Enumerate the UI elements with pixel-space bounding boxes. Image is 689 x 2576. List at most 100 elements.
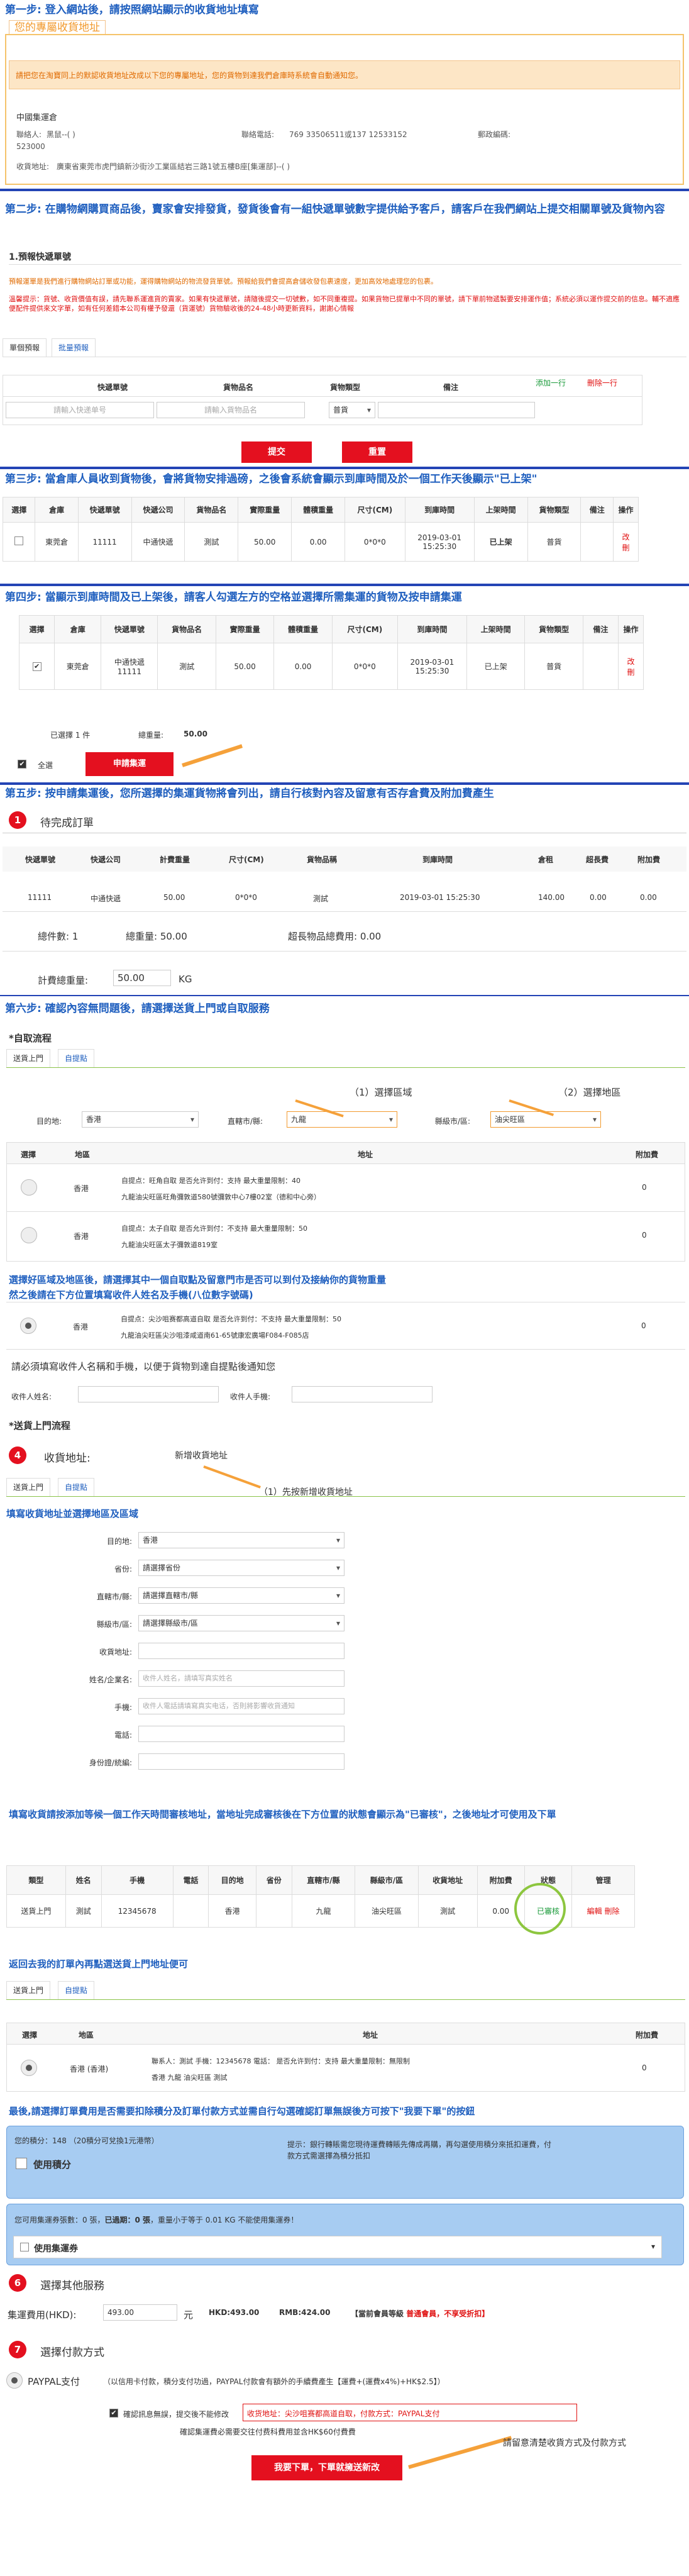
item-name-input[interactable]: 請輸入貨物品名 (157, 402, 305, 418)
col-size: 尺寸(CM) (229, 855, 264, 864)
total-weight-label: 總重量: (138, 731, 164, 740)
row-checkbox[interactable] (14, 536, 24, 545)
edit-delete-link[interactable]: 改 刪 (613, 522, 639, 562)
cell-warehouse: 東莞倉 (35, 522, 79, 562)
add-address-link[interactable]: 新增收貨地址 (175, 1449, 228, 1462)
district-select[interactable]: 請選擇縣級市/區 (138, 1615, 344, 1631)
delete-row-button[interactable]: 刪除一行 (587, 377, 617, 388)
tab-pickup-point[interactable]: 自提點 (58, 1049, 95, 1068)
coupon-select[interactable]: 使用集運券 ▾ (13, 2236, 662, 2258)
tracking-number-input[interactable]: 請輸入快递单号 (6, 402, 154, 418)
divider (6, 1496, 685, 1497)
cell-remark (580, 522, 614, 562)
remark-input[interactable] (378, 402, 535, 418)
col-remark: 備注 (582, 615, 619, 643)
fee-label: 集運費用(HKD): (8, 2309, 77, 2321)
table-row: 11111 中通快遞 50.00 0*0*0 測試 2019-03-01 15:… (3, 887, 686, 912)
address-form: 目的地: 香港 省份: 請選擇省份 直轄市/縣: 請選擇直轄市/縣 縣級市/區:… (6, 1527, 685, 1791)
step4-title: 第四步: 當顯示到庫時間及已上架後，請客人勾選左方的空格並選擇所需集運的貨物及按… (5, 591, 462, 604)
pickup-radio[interactable] (21, 1227, 37, 1243)
tab-home-delivery[interactable]: 送貨上門 (6, 1478, 51, 1497)
apply-shipping-button[interactable]: 申請集運 (85, 752, 174, 776)
cell-address-line1: 聯系人：測試 手機：12345678 電話： 是否允许到付：支持 最大重量限制：… (152, 2057, 410, 2065)
delete-link[interactable]: 刪除 (605, 1907, 620, 1916)
tab-pickup-point[interactable]: 自提點 (58, 1981, 95, 2000)
col-area: 地區 (79, 2031, 94, 2040)
cell-vol-weight: 0.00 (273, 643, 333, 690)
fee-input[interactable]: 493.00 (103, 2304, 177, 2321)
dest-select[interactable]: 香港 (82, 1111, 199, 1128)
col-weight: 實際重量 (238, 497, 292, 523)
city-select[interactable]: 請選擇直轄市/縣 (138, 1587, 344, 1604)
mobile-input[interactable]: 收件人電話請填寫真实电话，否則將影響收貨通知 (138, 1698, 344, 1714)
name-input[interactable]: 收件人姓名，請填写真实姓名 (138, 1670, 344, 1687)
col-extra-fee: 附加費 (637, 855, 661, 864)
col-phone: 電話 (172, 1865, 209, 1895)
cell-type: 送貨上門 (6, 1894, 66, 1928)
cell-size: 0*0*0 (344, 522, 405, 562)
cell-type: 普貨 (527, 522, 582, 562)
id-input[interactable] (138, 1753, 344, 1770)
row-checkbox[interactable]: ✔ (32, 662, 41, 671)
status-highlight-circle (514, 1883, 566, 1935)
place-order-button[interactable]: 我要下單，下單就擁送新改 (251, 2455, 402, 2480)
member-level: 【當前會員等級 普通會員，不享受折扣】 (351, 2309, 490, 2318)
table-row: 東莞倉 11111 中通快遞 測試 50.00 0.00 0*0*0 2019-… (2, 522, 639, 562)
cell-shelved: 已上架 (466, 643, 526, 690)
step5-title: 第五步: 按申請集運後，您所選擇的集運貨物將會列出，請自行核對內容及留意有否存倉… (5, 787, 494, 800)
paypal-radio[interactable] (6, 2372, 23, 2389)
fee-hkd: HKD:493.00 (209, 2308, 260, 2317)
select-all-checkbox[interactable]: ✔ (18, 760, 26, 769)
cell-area: 香港 (香港) (70, 2065, 109, 2074)
cell-address: 測試 (417, 1894, 478, 1928)
edit-delete-link[interactable]: 改 刪 (618, 643, 644, 690)
item-type-select[interactable]: 普貨 (329, 402, 375, 418)
col-dest: 目的地 (208, 1865, 256, 1895)
city-select[interactable]: 九龍 (287, 1111, 397, 1128)
cell-item: 測試 (313, 894, 329, 903)
reset-button[interactable]: 重置 (342, 441, 412, 463)
pickup-radio-selected[interactable] (20, 1318, 36, 1334)
use-coupon-checkbox[interactable] (20, 2243, 29, 2251)
phone-input[interactable] (138, 1726, 344, 1742)
col-select: 選擇 (2, 497, 36, 523)
cell-weight: 50.00 (238, 522, 292, 562)
bill-weight-input[interactable]: 50.00 (113, 970, 171, 986)
tab-pickup-point[interactable]: 自提點 (58, 1478, 95, 1497)
pickup-radio[interactable] (21, 1179, 37, 1196)
edit-link[interactable]: 編輯 (587, 1907, 602, 1916)
tab-bulk-forecast[interactable]: 批量預報 (52, 338, 96, 357)
province-select[interactable]: 請選擇省份 (138, 1560, 344, 1576)
total-weight: 總重量: 50.00 (126, 931, 187, 942)
tab-home-delivery[interactable]: 送貨上門 (6, 1049, 51, 1068)
tab-home-delivery[interactable]: 送貨上門 (6, 1981, 51, 2000)
col-item: 貨物品名 (157, 615, 216, 643)
confirm-checkbox[interactable]: ✔ (109, 2409, 118, 2418)
address-input[interactable] (138, 1643, 344, 1659)
points-balance: 您的積分：148 （20積分可兌換1元港幣） (14, 2136, 159, 2145)
add-row-button[interactable]: 添加一行 (536, 377, 566, 388)
col-name: 姓名 (65, 1865, 102, 1895)
mobile-label: 手機: (114, 1703, 132, 1712)
receiver-name-input[interactable] (78, 1386, 219, 1402)
coupon-box: 您可用集運券張數：0 張，已過期：0 張，重量小于等于 0.01 KG 不能使用… (6, 2204, 684, 2265)
cell-item: 測試 (184, 522, 239, 562)
cell-tracking: 11111 (28, 893, 52, 902)
receiver-phone-input[interactable] (292, 1386, 433, 1402)
submit-button[interactable]: 提交 (241, 441, 312, 463)
col-item-name: 貨物品名 (223, 383, 254, 392)
district-label: 縣級市/區: (96, 1620, 132, 1629)
cell-courier: 中通快遞 (91, 894, 121, 903)
col-arrival: 到庫時間 (404, 497, 475, 523)
id-label: 身份證/統編: (89, 1758, 132, 1767)
cell-type: 普貨 (524, 643, 583, 690)
use-points-checkbox[interactable] (16, 2158, 27, 2169)
dest-select[interactable]: 香港 (138, 1532, 344, 1548)
tab-single-forecast[interactable]: 單個預報 (3, 338, 47, 357)
city-label: 直轄市/縣: (96, 1592, 132, 1601)
kg-unit: KG (179, 974, 192, 985)
address-radio-selected[interactable] (21, 2060, 37, 2076)
col-weight: 實際重量 (215, 615, 275, 643)
address-heading: 收貨地址: (44, 1452, 91, 1465)
step1-subtitle: 您的專屬收貨地址 (9, 20, 106, 35)
